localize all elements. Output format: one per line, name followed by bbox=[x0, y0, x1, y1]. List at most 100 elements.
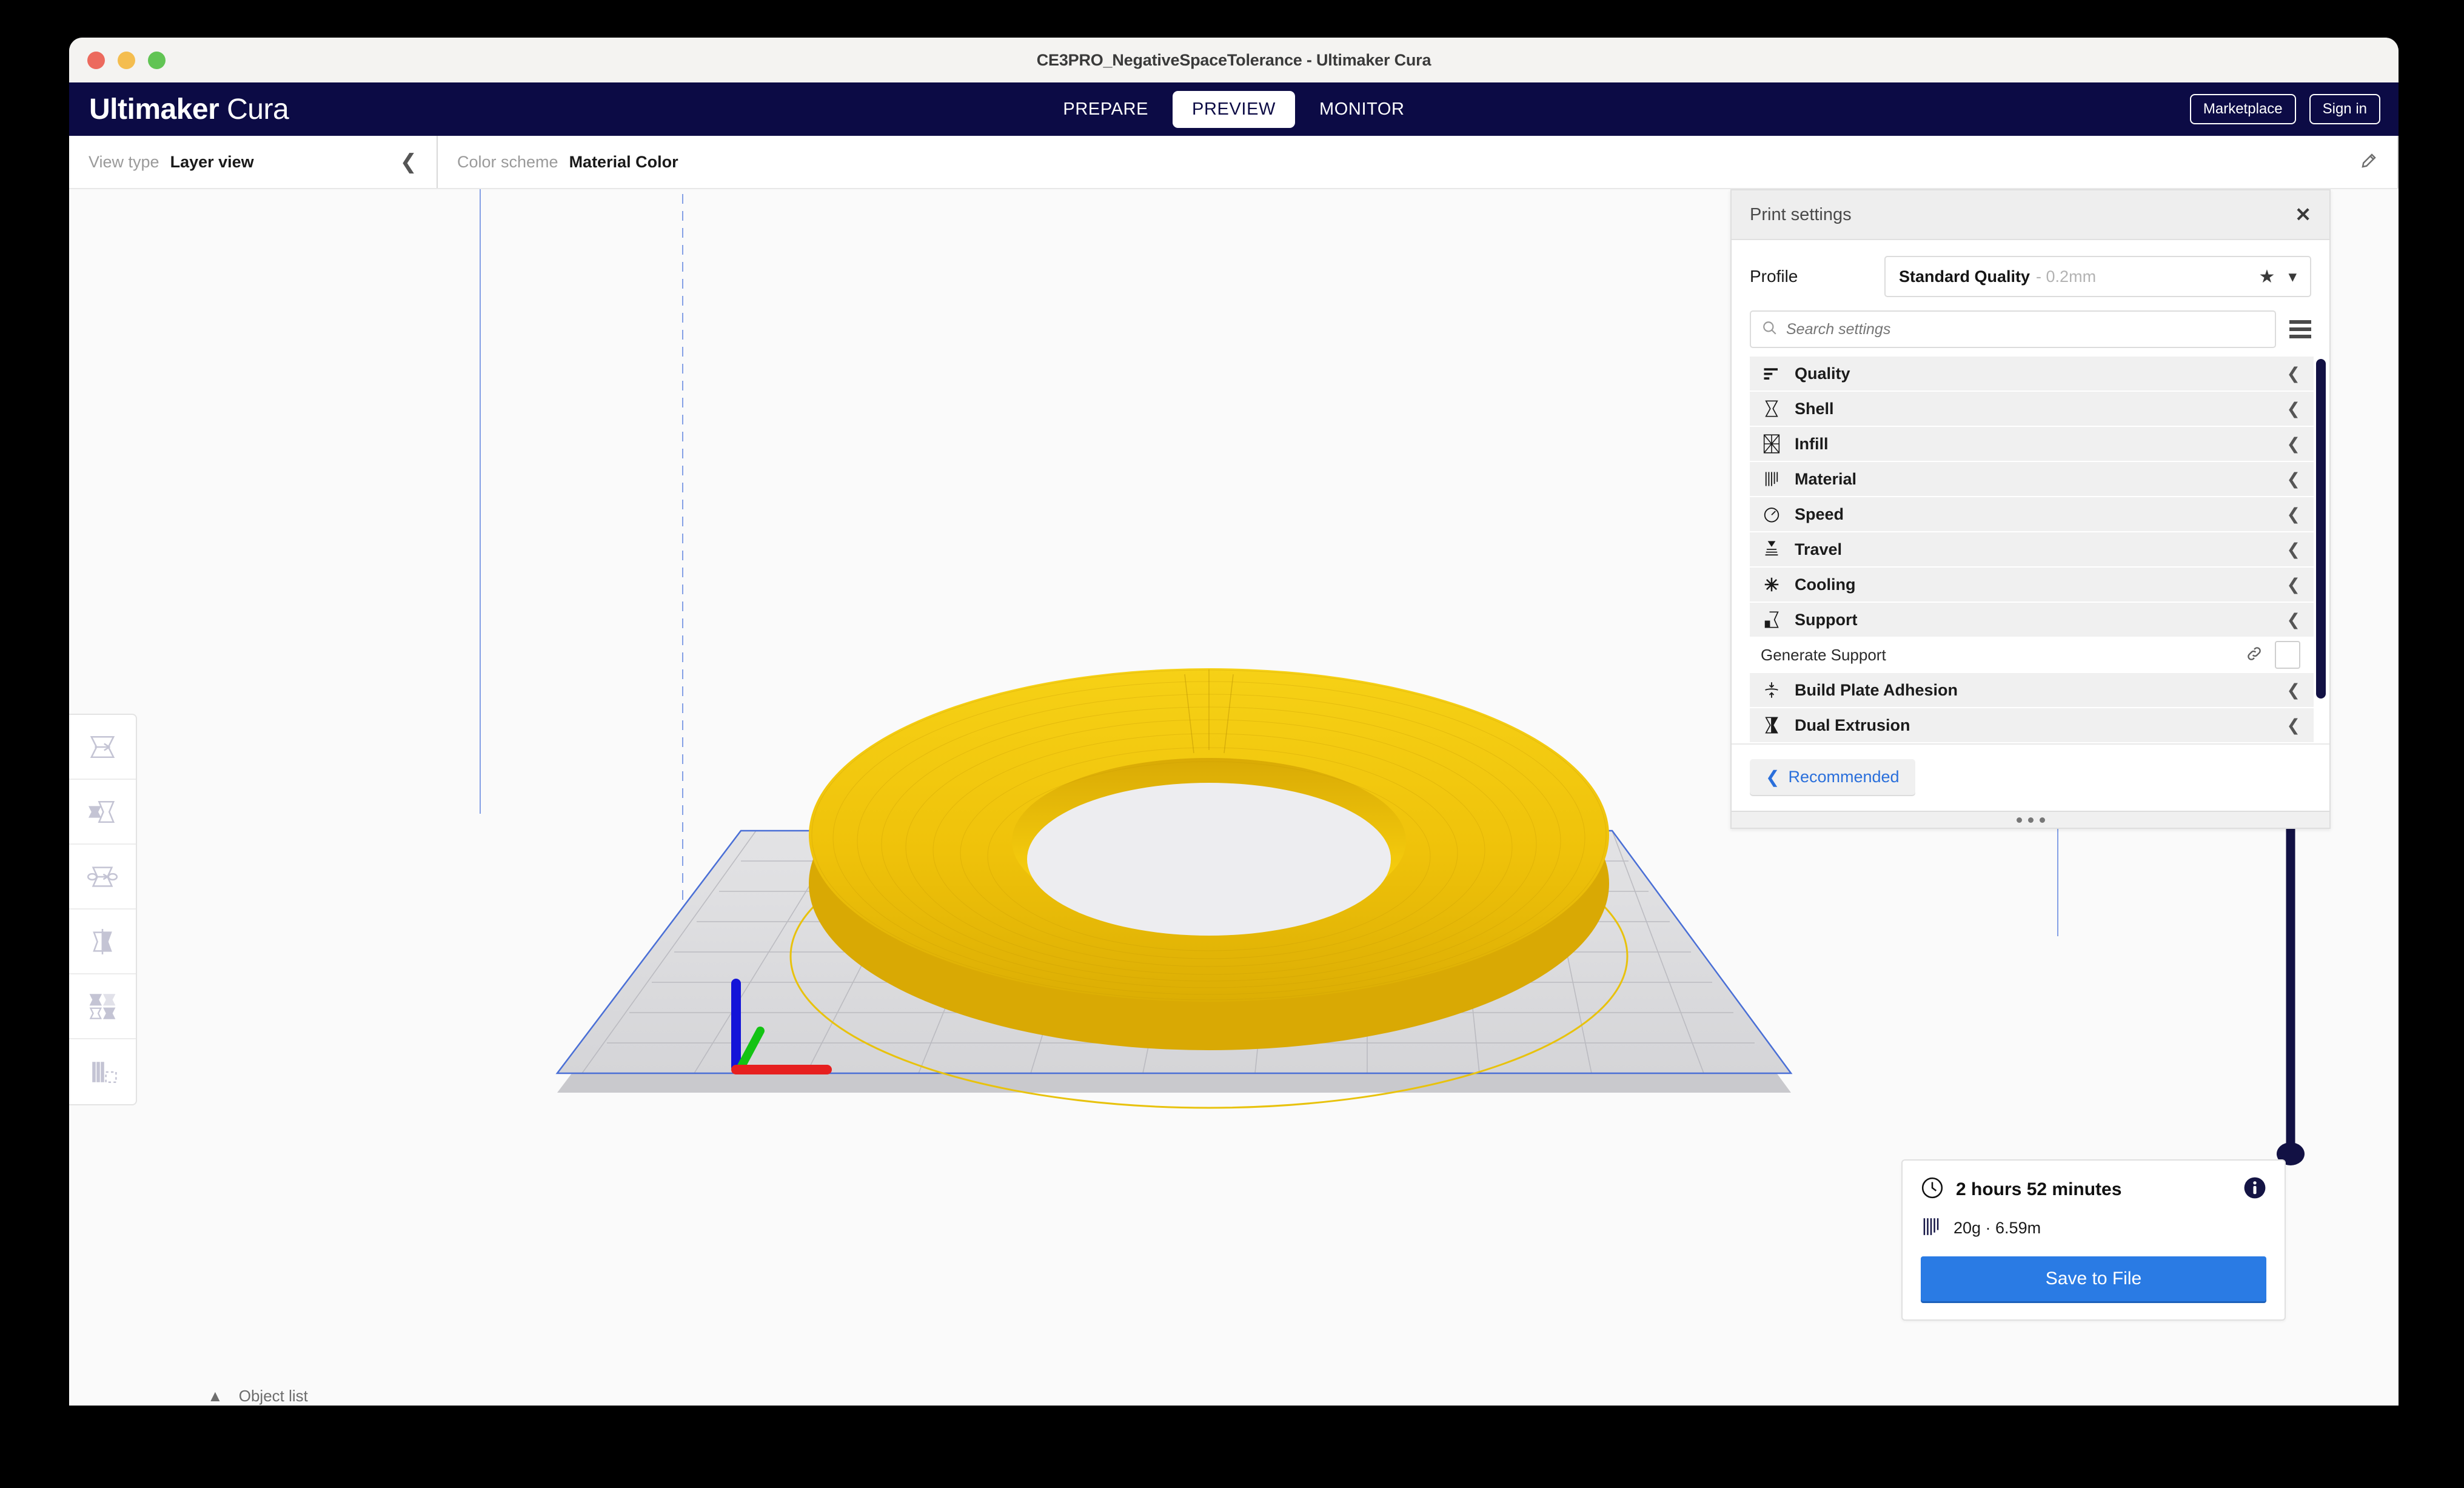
app-window: CE3PRO_NegativeSpaceTolerance - Ultimake… bbox=[69, 38, 2399, 1406]
tool-move[interactable] bbox=[69, 715, 136, 780]
search-icon bbox=[1762, 320, 1778, 339]
chevron-left-icon[interactable]: ❮ bbox=[2286, 681, 2300, 700]
material-usage-value: 20g · 6.59m bbox=[1953, 1219, 2041, 1237]
chevron-left-icon[interactable]: ❮ bbox=[2286, 400, 2300, 418]
infill-icon bbox=[1761, 434, 1783, 454]
tool-per-model-settings[interactable] bbox=[69, 974, 136, 1039]
category-label: Dual Extrusion bbox=[1795, 716, 1910, 734]
setting-generate-support[interactable]: Generate Support bbox=[1750, 638, 2314, 672]
tab-monitor[interactable]: MONITOR bbox=[1300, 91, 1424, 128]
category-label: Support bbox=[1795, 610, 1858, 629]
info-icon[interactable] bbox=[2243, 1176, 2266, 1202]
setting-label: Generate Support bbox=[1761, 645, 1886, 664]
category-label: Travel bbox=[1795, 540, 1843, 558]
chevron-left-icon[interactable]: ❮ bbox=[2286, 435, 2300, 454]
search-input[interactable] bbox=[1786, 320, 2264, 338]
view-type-label: View type bbox=[89, 152, 159, 171]
settings-category-build-plate-adhesion[interactable]: Build Plate Adhesion ❮ bbox=[1750, 673, 2314, 707]
view-type-selector[interactable]: View type Layer view ❮ bbox=[69, 136, 438, 188]
material-icon bbox=[1921, 1216, 1941, 1241]
profile-row: Profile Standard Quality - 0.2mm ★ ▾ bbox=[1732, 240, 2329, 297]
chevron-up-icon[interactable]: ▲ bbox=[207, 1387, 223, 1406]
settings-category-support[interactable]: Support ❮ bbox=[1750, 603, 2314, 637]
settings-category-cooling[interactable]: Cooling ❮ bbox=[1750, 568, 2314, 602]
sign-in-button[interactable]: Sign in bbox=[2309, 94, 2380, 124]
profile-name: Standard Quality bbox=[1899, 267, 2030, 286]
chevron-left-icon[interactable]: ❮ bbox=[2286, 716, 2300, 735]
settings-list-wrapper: Quality ❮ Shell ❮ Infill ❮ Material ❮ Sp… bbox=[1732, 357, 2329, 742]
chevron-left-icon[interactable]: ❮ bbox=[2286, 470, 2300, 489]
dual-extrusion-icon bbox=[1761, 716, 1783, 734]
tool-support-blocker[interactable] bbox=[69, 1039, 136, 1104]
search-row bbox=[1732, 297, 2329, 357]
color-scheme-label: Color scheme bbox=[457, 152, 558, 171]
print-time-row: 2 hours 52 minutes bbox=[1921, 1176, 2266, 1202]
chevron-left-icon[interactable]: ❮ bbox=[2286, 364, 2300, 383]
print-time-value: 2 hours 52 minutes bbox=[1956, 1179, 2122, 1199]
category-label: Shell bbox=[1795, 399, 1834, 418]
title-bar: CE3PRO_NegativeSpaceTolerance - Ultimake… bbox=[69, 38, 2399, 82]
main-tabs: PREPARE PREVIEW MONITOR bbox=[69, 90, 2399, 128]
generate-support-checkbox[interactable] bbox=[2275, 641, 2300, 669]
chevron-left-icon[interactable]: ❮ bbox=[2286, 611, 2300, 629]
settings-category-shell[interactable]: Shell ❮ bbox=[1750, 392, 2314, 426]
save-to-file-button[interactable]: Save to File bbox=[1921, 1256, 2266, 1301]
print-info-card: 2 hours 52 minutes 20g · 6.59m Save to F… bbox=[1901, 1159, 2286, 1321]
tool-scale[interactable] bbox=[69, 780, 136, 845]
color-scheme-value: Material Color bbox=[569, 152, 678, 171]
color-scheme-selector[interactable]: Color scheme Material Color bbox=[438, 136, 2399, 188]
profile-dropdown[interactable]: Standard Quality - 0.2mm ★ ▾ bbox=[1884, 256, 2311, 297]
search-settings-box[interactable] bbox=[1750, 310, 2276, 348]
print-settings-header: Print settings ✕ bbox=[1732, 190, 2329, 240]
edit-pencil-icon[interactable] bbox=[2360, 152, 2378, 173]
marketplace-button[interactable]: Marketplace bbox=[2189, 94, 2296, 124]
settings-visibility-menu-icon[interactable] bbox=[2289, 320, 2311, 338]
link-icon[interactable] bbox=[2246, 645, 2263, 665]
object-list-title: Object list bbox=[238, 1387, 308, 1405]
travel-icon bbox=[1761, 540, 1783, 558]
object-list-header[interactable]: ▲ Object list bbox=[207, 1387, 486, 1406]
app-header: Ultimaker Cura PREPARE PREVIEW MONITOR M… bbox=[69, 82, 2399, 136]
view-type-value: Layer view bbox=[170, 152, 254, 171]
settings-category-travel[interactable]: Travel ❮ bbox=[1750, 532, 2314, 566]
settings-list-scrollbar[interactable] bbox=[2316, 359, 2326, 699]
print-settings-title: Print settings bbox=[1750, 204, 1852, 224]
chevron-left-icon[interactable]: ❮ bbox=[2286, 540, 2300, 559]
chevron-left-icon[interactable]: ❮ bbox=[400, 152, 418, 172]
category-label: Speed bbox=[1795, 504, 1844, 523]
close-icon[interactable]: ✕ bbox=[2295, 205, 2311, 224]
tab-prepare[interactable]: PREPARE bbox=[1043, 91, 1168, 128]
settings-category-speed[interactable]: Speed ❮ bbox=[1750, 497, 2314, 531]
category-label: Build Plate Adhesion bbox=[1795, 680, 1958, 699]
category-label: Quality bbox=[1795, 364, 1850, 383]
profile-sub: - 0.2mm bbox=[2036, 267, 2097, 286]
panel-resize-grip[interactable] bbox=[1732, 811, 2329, 828]
settings-category-dual-extrusion[interactable]: Dual Extrusion ❮ bbox=[1750, 708, 2314, 742]
settings-category-infill[interactable]: Infill ❮ bbox=[1750, 427, 2314, 461]
tool-mirror[interactable] bbox=[69, 910, 136, 974]
material-icon bbox=[1761, 470, 1783, 488]
material-usage-row: 20g · 6.59m bbox=[1921, 1216, 2266, 1241]
shell-icon bbox=[1761, 400, 1783, 418]
recommended-label: Recommended bbox=[1788, 768, 1900, 786]
tab-preview[interactable]: PREVIEW bbox=[1173, 90, 1295, 128]
object-list: ▲ Object list CE3PRO_NegativeSpaceTolera… bbox=[207, 1387, 486, 1406]
support-icon bbox=[1761, 611, 1783, 629]
category-label: Cooling bbox=[1795, 575, 1856, 594]
star-icon[interactable]: ★ bbox=[2259, 266, 2275, 287]
main-stage: Ender bbox=[69, 189, 2399, 1406]
category-label: Material bbox=[1795, 469, 1857, 488]
settings-category-quality[interactable]: Quality ❮ bbox=[1750, 357, 2314, 390]
recommended-mode-button[interactable]: ❮ Recommended bbox=[1750, 759, 1915, 795]
speed-icon bbox=[1761, 505, 1783, 523]
chevron-left-icon[interactable]: ❮ bbox=[2286, 575, 2300, 594]
clock-icon bbox=[1921, 1176, 1944, 1202]
chevron-down-icon[interactable]: ▾ bbox=[2288, 267, 2297, 286]
chevron-left-icon: ❮ bbox=[1766, 768, 1780, 786]
print-settings-panel: Print settings ✕ Profile Standard Qualit… bbox=[1730, 189, 2331, 829]
profile-label: Profile bbox=[1750, 267, 1798, 286]
tool-rotate[interactable] bbox=[69, 845, 136, 910]
settings-category-material[interactable]: Material ❮ bbox=[1750, 462, 2314, 496]
chevron-left-icon[interactable]: ❮ bbox=[2286, 505, 2300, 524]
adhesion-icon bbox=[1761, 681, 1783, 699]
